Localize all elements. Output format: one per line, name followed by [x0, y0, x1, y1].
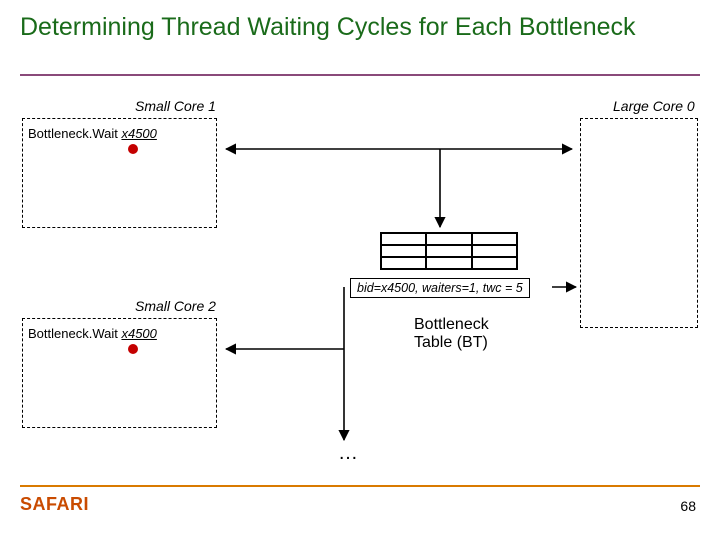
page-number: 68 — [680, 498, 696, 514]
footer-rule — [20, 485, 700, 487]
bt-caption-line2: Table (BT) — [414, 334, 488, 351]
small-core-2-label: Small Core 2 — [135, 298, 216, 314]
bottleneck-table — [380, 232, 518, 270]
large-core-0-box — [580, 118, 698, 328]
bt-row-selected: bid=x4500, waiters=1, twc = 5 — [350, 278, 530, 298]
slide-title: Determining Thread Waiting Cycles for Ea… — [20, 12, 636, 42]
wait-dot-core1 — [128, 144, 138, 154]
bwait2-arg: x4500 — [121, 326, 156, 341]
small-core-1-label: Small Core 1 — [135, 98, 216, 114]
ellipsis: … — [338, 442, 358, 465]
bwait1-arg: x4500 — [121, 126, 156, 141]
safari-logo: SAFARI — [20, 494, 89, 515]
bwait2-prefix: Bottleneck.Wait — [28, 326, 118, 341]
bt-caption-line1: Bottleneck — [414, 316, 489, 333]
bottleneck-wait-1: Bottleneck.Wait x4500 — [28, 126, 157, 141]
bt-caption: Bottleneck Table (BT) — [414, 316, 489, 351]
bottleneck-wait-2: Bottleneck.Wait x4500 — [28, 326, 157, 341]
wait-dot-core2 — [128, 344, 138, 354]
large-core-0-label: Large Core 0 — [613, 98, 695, 114]
bwait1-prefix: Bottleneck.Wait — [28, 126, 118, 141]
title-underline — [20, 74, 700, 76]
